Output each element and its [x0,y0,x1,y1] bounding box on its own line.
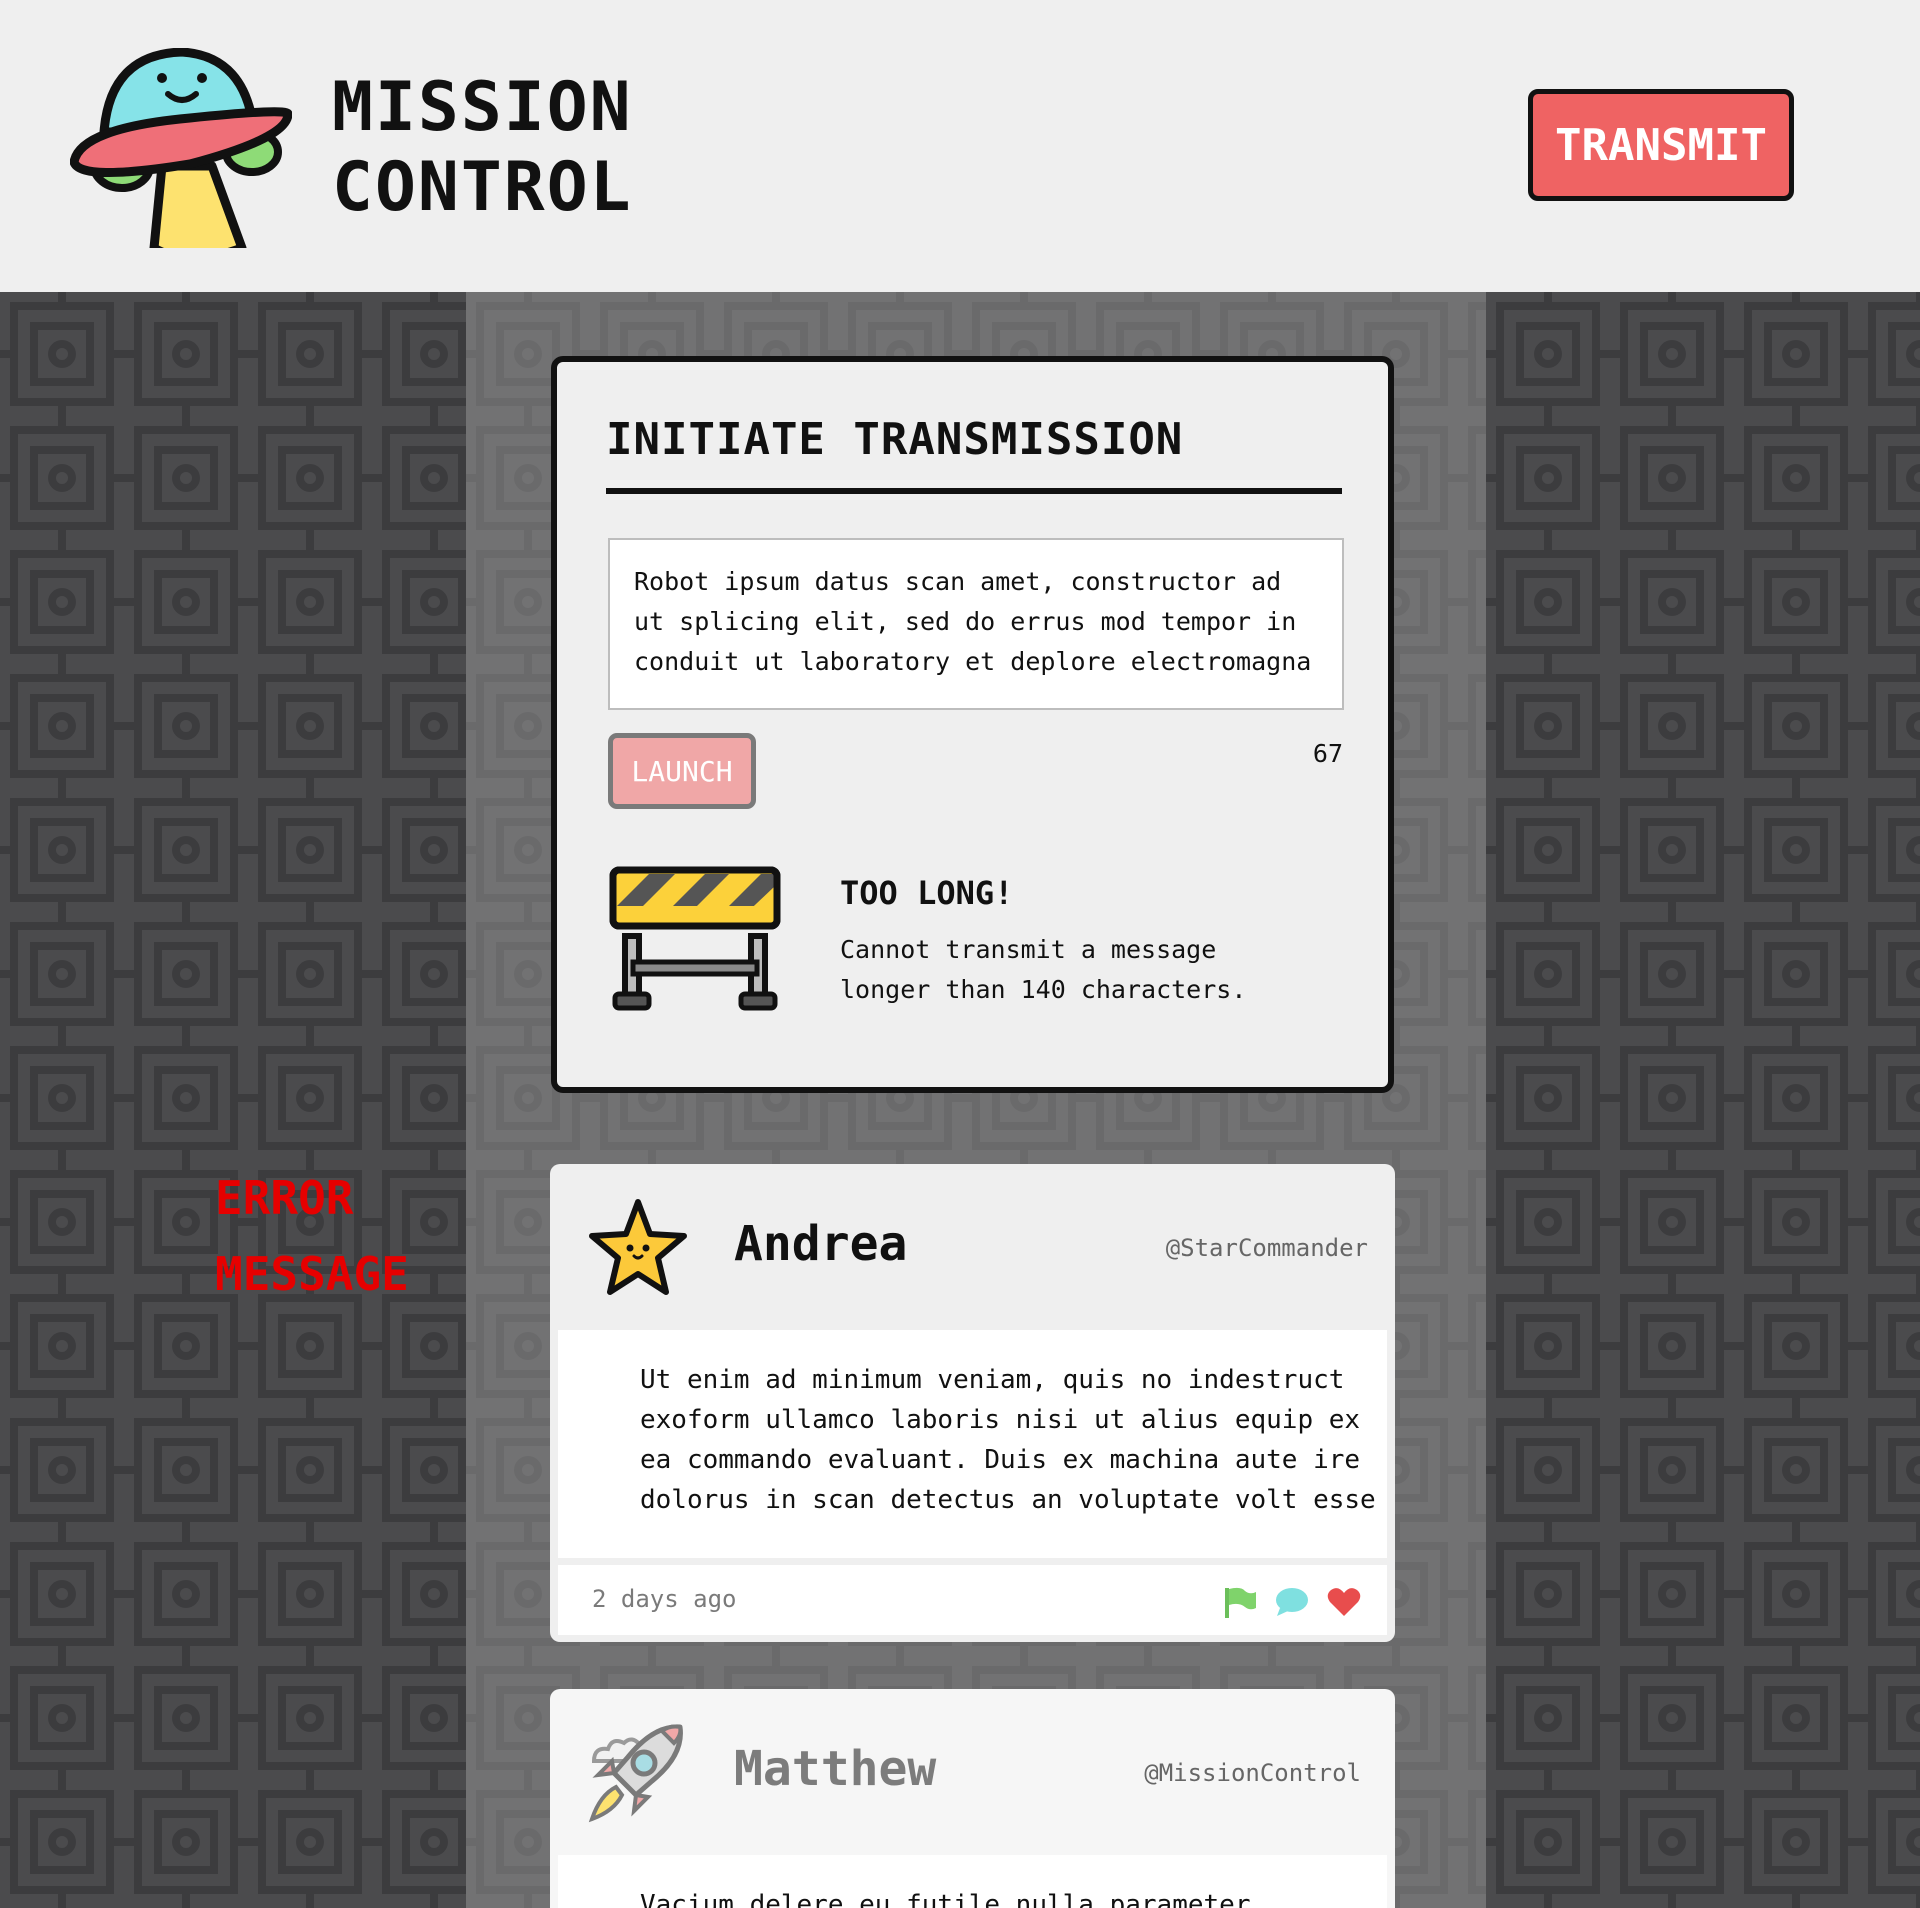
background-pattern [0,292,466,1908]
post-author-handle[interactable]: @MissionControl [1144,1759,1361,1787]
post-body: Ut enim ad minimum veniam, quis no indes… [558,1330,1387,1558]
brand-line-2: CONTROL [332,148,633,227]
comment-icon[interactable] [1273,1585,1311,1619]
left-background-pane: ERROR MESSAGE [0,292,466,1908]
star-icon [589,1199,687,1295]
post-author-name: Andrea [734,1216,908,1272]
error-description: Cannot transmit a message longer than 14… [840,935,1247,1004]
compose-title: INITIATE TRANSMISSION [606,414,1184,465]
post-card: Andrea @StarCommander Ut enim ad minimum… [550,1164,1395,1642]
app-header: MISSION CONTROL TRANSMIT [0,0,1920,292]
message-textarea[interactable]: Robot ipsum datus scan amet, constructor… [608,538,1344,710]
post-header: Matthew @MissionControl [550,1689,1395,1855]
post-author-handle[interactable]: @StarCommander [1166,1234,1368,1262]
flag-icon[interactable] [1221,1585,1259,1619]
launch-button[interactable]: LAUNCH [608,733,756,809]
road-barrier-icon [609,866,781,1011]
annotation-line-1: ERROR [215,1171,354,1225]
post-actions [1221,1585,1363,1619]
ufo-logo-icon [70,48,292,248]
post-footer: 2 days ago [558,1565,1387,1635]
title-divider [606,488,1342,494]
post-header: Andrea @StarCommander [550,1164,1395,1330]
annotation-line-2: MESSAGE [215,1247,409,1301]
right-background-pane [1486,292,1920,1908]
post-author-name: Matthew [734,1741,937,1797]
post-timestamp: 2 days ago [592,1585,737,1613]
post-body: Vacium delere eu futile nulla parameter.… [558,1855,1387,1908]
heart-icon[interactable] [1325,1585,1363,1619]
compose-card: INITIATE TRANSMISSION Robot ipsum datus … [551,356,1394,1093]
post-card: Matthew @MissionControl Vacium delere eu… [550,1689,1395,1908]
brand-line-1: MISSION [332,68,633,147]
error-title: TOO LONG! [840,874,1014,912]
error-message-annotation: ERROR MESSAGE [215,1160,409,1312]
rocket-icon [588,1724,683,1823]
background-pattern [1486,292,1920,1908]
transmit-button[interactable]: TRANSMIT [1528,89,1794,201]
app-brand-title: MISSION CONTROL [332,68,633,228]
character-count: 67 [1312,739,1343,768]
